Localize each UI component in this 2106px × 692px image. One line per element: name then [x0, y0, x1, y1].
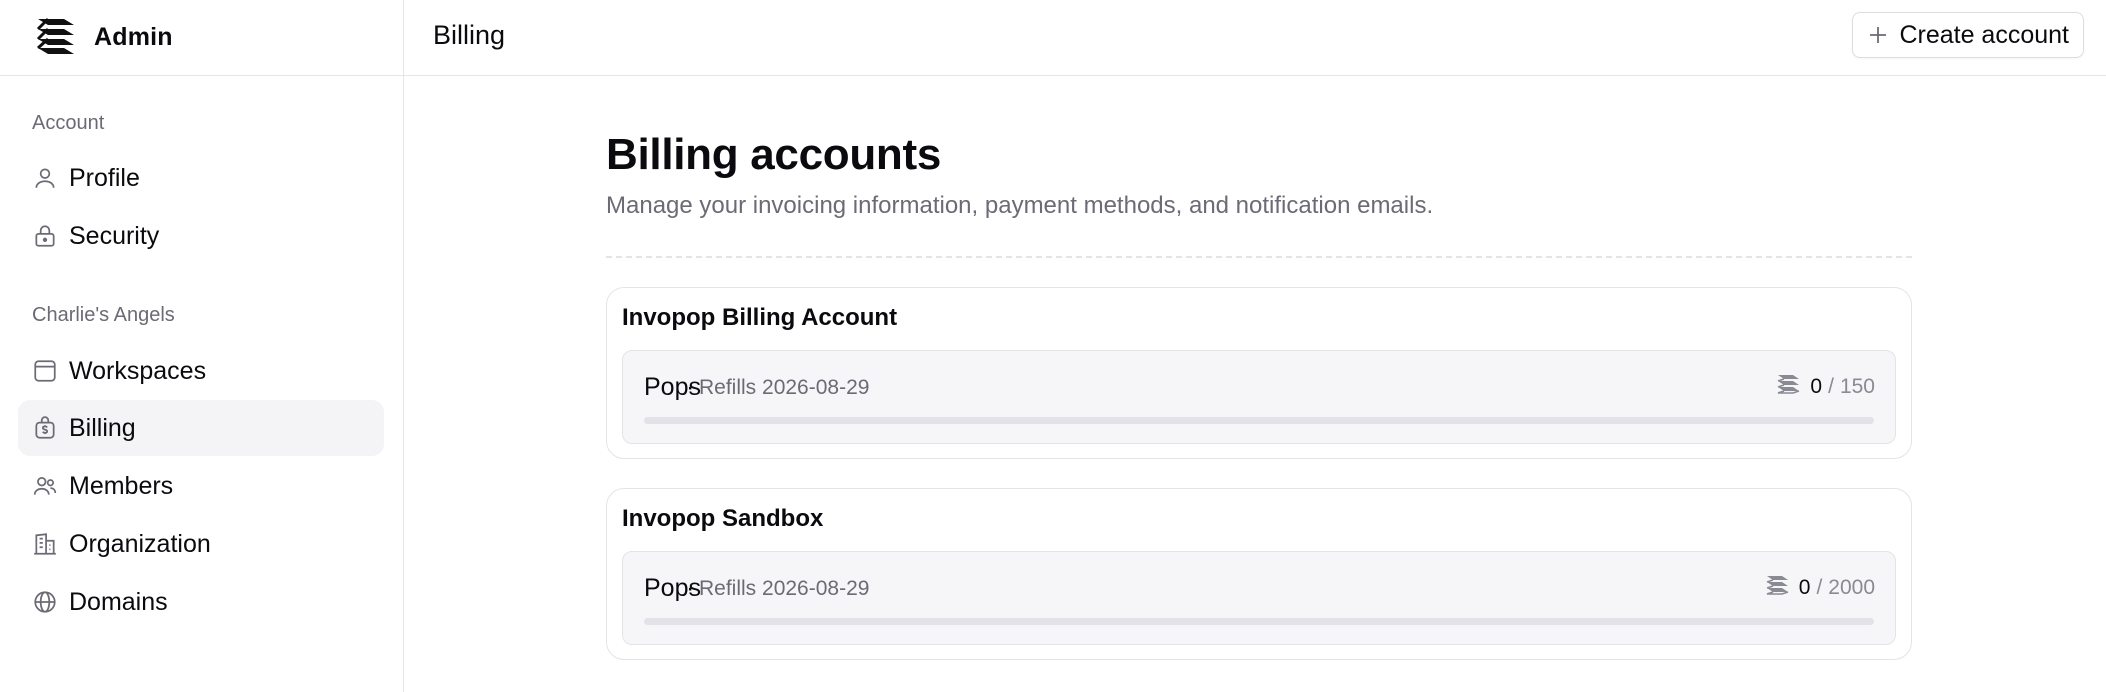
globe-icon [32, 589, 58, 615]
pops-total: 150 [1839, 375, 1875, 398]
window-icon [32, 358, 58, 384]
create-account-label: Create account [1899, 20, 2069, 49]
sidebar-item-members[interactable]: Members [18, 458, 384, 514]
sidebar-item-security[interactable]: Security [18, 208, 384, 264]
pops-icon [1765, 572, 1799, 604]
billing-account-card[interactable]: Invopop Sandbox Pops · Refills 2026-08-2… [606, 488, 1912, 660]
sidebar: Admin Account Profile Security Charlie's… [0, 0, 404, 692]
sidebar-item-label: Organization [69, 529, 211, 558]
sidebar-item-domains[interactable]: Domains [18, 574, 384, 630]
sidebar-item-organization[interactable]: Organization [18, 516, 384, 572]
page-subtitle: Manage your invoicing information, payme… [606, 192, 1434, 219]
section-label-organization: Charlie's Angels [32, 304, 175, 326]
account-name: Invopop Billing Account [622, 304, 898, 331]
users-icon [32, 473, 58, 499]
pops-used: 0 [1798, 576, 1811, 599]
brand[interactable]: Admin [0, 0, 403, 76]
pops-usage-panel: Pops · Refills 2026-08-29 0 / 150 [622, 350, 1896, 444]
page-breadcrumb: Billing [433, 20, 506, 50]
pops-usage-panel: Pops · Refills 2026-08-29 0 / 2000 [622, 551, 1896, 645]
sidebar-item-label: Members [69, 471, 174, 500]
pops-total: 2000 [1828, 576, 1875, 599]
plus-icon [1867, 24, 1889, 46]
lock-icon [32, 223, 58, 249]
sidebar-item-label: Billing [69, 413, 136, 442]
pops-slash: / [1816, 576, 1823, 599]
sidebar-item-label: Profile [69, 163, 140, 192]
sidebar-item-workspaces[interactable]: Workspaces [18, 343, 384, 399]
building-icon [32, 531, 58, 557]
pops-used: 0 [1810, 375, 1823, 398]
pops-icon [1776, 371, 1810, 403]
sidebar-item-label: Domains [69, 587, 168, 616]
brand-name: Admin [94, 23, 173, 51]
sidebar-item-label: Workspaces [69, 356, 207, 385]
dollar-bag-icon [32, 415, 58, 441]
create-account-button[interactable]: Create account [1852, 12, 2084, 58]
topbar: Billing Create account [404, 0, 2106, 76]
sidebar-item-billing[interactable]: Billing [18, 400, 384, 456]
sidebar-item-profile[interactable]: Profile [18, 150, 384, 206]
page-title: Billing accounts [606, 130, 942, 179]
pops-usage: 0 / 2000 [1765, 572, 1875, 604]
usage-progress-bar [644, 417, 1874, 424]
refill-date: Refills 2026-08-29 [699, 376, 870, 399]
pops-slash: / [1828, 375, 1834, 398]
usage-progress-bar [644, 618, 1874, 625]
separator-dot: · [686, 373, 695, 401]
account-name: Invopop Sandbox [622, 505, 824, 532]
pops-usage: 0 / 150 [1776, 371, 1875, 403]
billing-account-card[interactable]: Invopop Billing Account Pops · Refills 2… [606, 287, 1912, 459]
separator-dot: · [686, 574, 695, 602]
sidebar-item-label: Security [69, 221, 160, 250]
section-label-account: Account [32, 112, 105, 134]
user-icon [32, 165, 58, 191]
refill-date: Refills 2026-08-29 [699, 577, 870, 600]
divider [606, 256, 1912, 258]
stack-logo-icon [34, 13, 78, 62]
